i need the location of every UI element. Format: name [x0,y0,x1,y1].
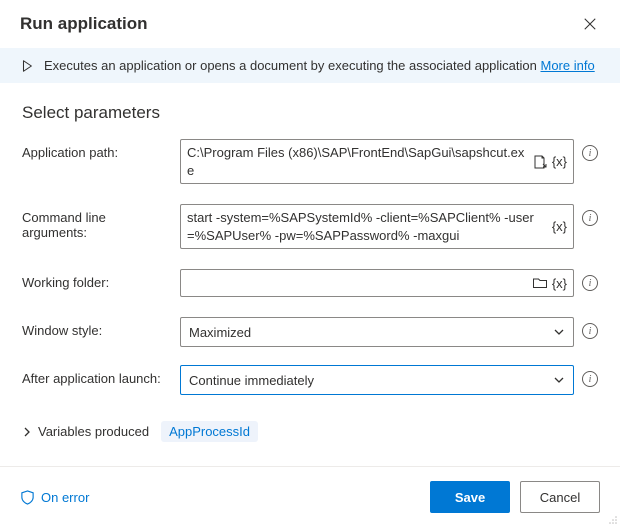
dialog-title: Run application [20,14,148,34]
variable-pill[interactable]: AppProcessId [161,421,258,442]
section-title: Select parameters [0,83,620,133]
command-line-arguments-input[interactable]: start -system=%SAPSystemId% -client=%SAP… [180,204,574,249]
info-icon[interactable]: i [582,145,598,161]
working-folder-input[interactable]: {x} [180,269,574,297]
info-icon[interactable]: i [582,275,598,291]
info-icon[interactable]: i [582,210,598,226]
application-path-input[interactable]: C:\Program Files (x86)\SAP\FrontEnd\SapG… [180,139,574,184]
after-launch-label: After application launch: [22,365,172,386]
variables-produced-label: Variables produced [38,424,149,439]
info-bar: Executes an application or opens a docum… [0,48,620,83]
on-error-link[interactable]: On error [20,490,89,505]
resize-grip-icon[interactable] [608,515,618,525]
shield-icon [20,490,35,505]
on-error-label: On error [41,490,89,505]
file-picker-icon[interactable] [532,154,548,170]
play-icon [20,59,34,73]
variables-produced-toggle[interactable]: Variables produced [22,424,149,439]
application-path-label: Application path: [22,139,172,160]
variable-picker-icon[interactable]: {x} [552,276,567,291]
chevron-down-icon [553,326,565,338]
variable-picker-icon[interactable]: {x} [552,219,567,234]
close-icon [583,17,597,31]
after-launch-value: Continue immediately [189,373,314,388]
chevron-right-icon [22,427,32,437]
chevron-down-icon [553,374,565,386]
info-text: Executes an application or opens a docum… [44,58,541,73]
close-button[interactable] [580,14,600,34]
window-style-value: Maximized [189,325,251,340]
info-icon[interactable]: i [582,371,598,387]
info-icon[interactable]: i [582,323,598,339]
folder-picker-icon[interactable] [532,275,548,291]
working-folder-label: Working folder: [22,269,172,290]
command-line-arguments-label: Command line arguments: [22,204,172,240]
window-style-label: Window style: [22,317,172,338]
cancel-button[interactable]: Cancel [520,481,600,513]
window-style-select[interactable]: Maximized [180,317,574,347]
more-info-link[interactable]: More info [541,58,595,73]
save-button[interactable]: Save [430,481,510,513]
after-launch-select[interactable]: Continue immediately [180,365,574,395]
variable-picker-icon[interactable]: {x} [552,154,567,169]
